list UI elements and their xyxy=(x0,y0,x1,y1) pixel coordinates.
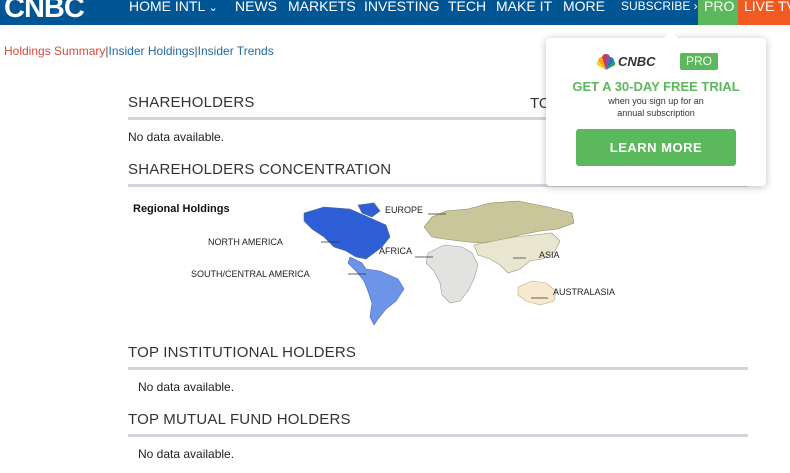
institutional-title: TOP INSTITUTIONAL HOLDERS xyxy=(128,344,357,361)
concentration-title: SHAREHOLDERS CONCENTRATION xyxy=(128,161,392,178)
shareholders-title: SHAREHOLDERS xyxy=(128,94,255,111)
mutual-fund-nodata: No data available. xyxy=(138,447,235,461)
pro-badge: PRO xyxy=(680,53,718,70)
promo-brand: CNBC xyxy=(618,54,656,69)
learn-more-button[interactable]: LEARN MORE xyxy=(576,129,736,166)
nav-more[interactable]: MORE xyxy=(563,0,605,14)
nav-investing[interactable]: INVESTING xyxy=(364,0,439,14)
nav-tech[interactable]: TECH xyxy=(448,0,486,14)
promo-headline: GET A 30-DAY FREE TRIAL xyxy=(572,79,740,94)
institutional-nodata: No data available. xyxy=(138,380,235,394)
region-south-america[interactable] xyxy=(347,256,405,326)
nav-make-it[interactable]: MAKE IT xyxy=(496,0,552,14)
label-australasia: AUSTRALASIA xyxy=(553,287,615,297)
mutual-fund-title: TOP MUTUAL FUND HOLDERS xyxy=(128,411,351,428)
popup-arrow xyxy=(664,31,678,38)
region-north-america[interactable] xyxy=(303,206,391,260)
nav-news[interactable]: NEWS xyxy=(235,0,277,14)
label-north-america: NORTH AMERICA xyxy=(208,237,283,247)
pro-tab[interactable]: PRO xyxy=(698,0,738,25)
chevron-down-icon: ⌄ xyxy=(208,2,218,14)
shareholders-nodata: No data available. xyxy=(128,130,225,144)
live-tv-tab[interactable]: LIVE TV xyxy=(738,0,790,25)
tab-holdings-summary[interactable]: Holdings Summary xyxy=(4,44,105,58)
label-asia: ASIA xyxy=(539,250,560,260)
subscribe-link[interactable]: SUBSCRIBE › xyxy=(621,0,698,13)
cnbc-logo[interactable]: CNBC xyxy=(4,0,85,25)
tab-insider-trends[interactable]: Insider Trends xyxy=(198,44,274,58)
label-south-america: SOUTH/CENTRAL AMERICA xyxy=(191,269,310,279)
nav-markets[interactable]: MARKETS xyxy=(288,0,356,14)
region-africa[interactable] xyxy=(425,244,479,304)
top-nav: CNBC HOME INTL ⌄ NEWS MARKETS INVESTING … xyxy=(0,0,790,25)
label-africa: AFRICA xyxy=(379,246,412,256)
peacock-icon xyxy=(596,53,616,70)
promo-subtext-1: when you sign up for an xyxy=(608,96,704,106)
regional-holdings-map: Regional Holdings NORTH AMERICA SOUTH/CE… xyxy=(128,195,628,330)
divider xyxy=(128,434,748,437)
nav-home-intl[interactable]: HOME INTL ⌄ xyxy=(129,0,218,14)
tab-insider-holdings[interactable]: Insider Holdings xyxy=(109,44,195,58)
promo-subtext-2: annual subscription xyxy=(617,108,695,118)
divider xyxy=(128,367,748,370)
pro-trial-popup: CNBC PRO GET A 30-DAY FREE TRIAL when yo… xyxy=(546,31,766,186)
world-map-svg: NORTH AMERICA SOUTH/CENTRAL AMERICA EURO… xyxy=(191,200,615,326)
holdings-subnav: Holdings Summary|Insider Holdings|Inside… xyxy=(4,44,274,58)
label-europe: EUROPE xyxy=(385,205,423,215)
region-australasia[interactable] xyxy=(517,280,557,306)
